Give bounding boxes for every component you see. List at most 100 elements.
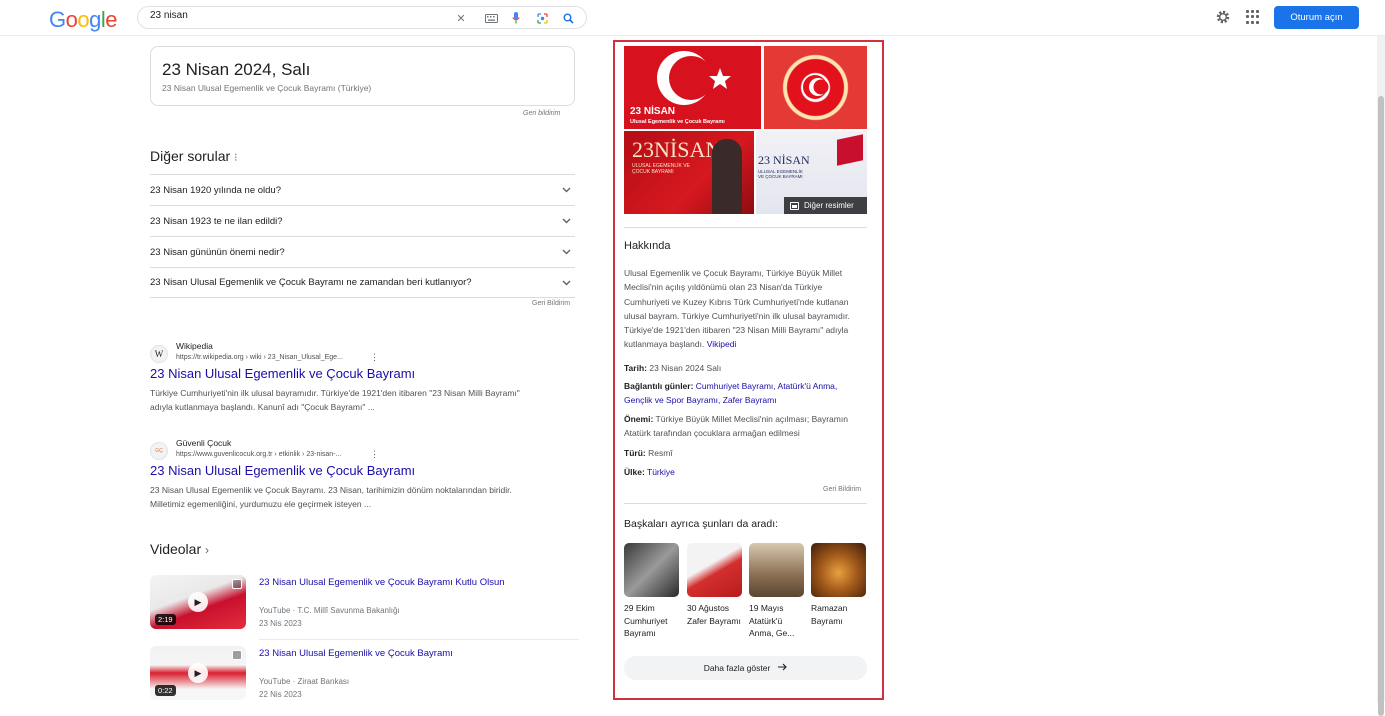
- search-box: ✕: [137, 6, 587, 29]
- fact-type: Türü: Resmî: [624, 446, 874, 460]
- apps-grid-icon[interactable]: [1246, 10, 1260, 24]
- fact-label: Tarih:: [624, 363, 647, 373]
- show-more-label: Daha fazla göster: [703, 663, 771, 673]
- video-source: YouTube · T.C. Millî Savunma Bakanlığı: [259, 606, 400, 615]
- related-search-item[interactable]: 30 Ağustos Zafer Bayramı: [687, 543, 742, 627]
- result-url[interactable]: https://tr.wikipedia.org › wiki › 23_Nis…: [176, 354, 343, 361]
- paa-question-text: 23 Nisan gününün önemi nedir?: [150, 246, 285, 258]
- related-search-item[interactable]: Ramazan Bayramı: [811, 543, 866, 627]
- video-thumbnail[interactable]: ▶ 0:22: [150, 646, 246, 700]
- lens-icon[interactable]: [534, 10, 550, 26]
- related-search-item[interactable]: 29 Ekim Cumhuriyet Bayramı: [624, 543, 679, 640]
- search-icon[interactable]: [560, 10, 576, 26]
- knowledge-panel: 23 NİSAN Ulusal Egemenlik ve Çocuk Bayra…: [613, 40, 884, 700]
- divider: [624, 503, 867, 504]
- paa-question[interactable]: 23 Nisan 1920 yılında ne oldu?: [150, 174, 575, 205]
- people-also-search-title: Başkaları ayrıca şunları da aradı:: [624, 518, 779, 530]
- videos-section-title[interactable]: Videolar ›: [150, 541, 209, 557]
- feedback-link[interactable]: Geri Bildirim: [532, 300, 570, 307]
- related-search-item[interactable]: 19 Mayıs Atatürk'ü Anma, Ge...: [749, 543, 804, 640]
- video-date: 22 Nis 2023: [259, 690, 302, 699]
- related-search-thumbnail: [687, 543, 742, 597]
- result-url[interactable]: https://www.guvenlicocuk.org.tr › etkinl…: [176, 451, 341, 458]
- microphone-icon[interactable]: [508, 10, 524, 26]
- external-link-icon: [232, 650, 242, 660]
- paa-question-text: 23 Nisan Ulusal Egemenlik ve Çocuk Bayra…: [150, 277, 472, 288]
- result-snippet: Türkiye Cumhuriyeti'nin ilk ulusal bayra…: [150, 388, 520, 412]
- guvenli-cocuk-favicon-icon: GÇ: [150, 442, 168, 460]
- more-images-label: Diğer resimler: [804, 201, 854, 210]
- videos-title-text: Videolar: [150, 541, 202, 557]
- fact-label: Önemi:: [624, 414, 654, 424]
- fact-value: 23 Nisan 2024 Salı: [649, 363, 722, 373]
- feedback-link[interactable]: Geri Bildirim: [823, 486, 861, 493]
- settings-gear-icon[interactable]: [1215, 9, 1231, 25]
- related-search-label: 30 Ağustos Zafer Bayramı: [687, 603, 741, 626]
- date-answer-title: 23 Nisan 2024, Salı: [162, 60, 311, 79]
- image-caption: 23NİSAN: [632, 137, 722, 162]
- logo-letter: g: [89, 7, 101, 32]
- related-search-label: 29 Ekim Cumhuriyet Bayramı: [624, 603, 668, 638]
- result-snippet: 23 Nisan Ulusal Egemenlik ve Çocuk Bayra…: [150, 485, 512, 509]
- logo-letter: G: [49, 7, 66, 32]
- about-description: Ulusal Egemenlik ve Çocuk Bayramı, Türki…: [624, 266, 869, 352]
- result-site-name[interactable]: Wikipedia: [176, 341, 213, 351]
- about-heading: Hakkında: [624, 240, 671, 252]
- paa-title-text: Diğer sorular: [150, 148, 231, 164]
- video-date: 23 Nis 2023: [259, 619, 302, 628]
- fact-value: Türkiye Büyük Millet Meclisi'nin açılmas…: [624, 414, 848, 439]
- scrollbar-thumb[interactable]: [1378, 96, 1384, 716]
- video-title-link[interactable]: 23 Nisan Ulusal Egemenlik ve Çocuk Bayra…: [259, 648, 453, 659]
- video-title-link[interactable]: 23 Nisan Ulusal Egemenlik ve Çocuk Bayra…: [259, 577, 505, 588]
- logo-letter: o: [65, 7, 78, 32]
- sign-in-button[interactable]: Oturum açın: [1274, 6, 1359, 29]
- flag-shape: [837, 134, 863, 166]
- play-icon: ▶: [188, 592, 208, 612]
- paa-question[interactable]: 23 Nisan Ulusal Egemenlik ve Çocuk Bayra…: [150, 267, 575, 298]
- more-images-button[interactable]: Diğer resimler: [784, 197, 867, 214]
- portrait-figure: [712, 139, 742, 214]
- panel-image[interactable]: 23 NİSAN Ulusal Egemenlik ve Çocuk Bayra…: [624, 46, 761, 129]
- more-options-icon[interactable]: ⁝: [234, 152, 238, 164]
- show-more-button[interactable]: Daha fazla göster: [624, 656, 867, 680]
- fact-date: Tarih: 23 Nisan 2024 Salı: [624, 361, 874, 375]
- video-thumbnail[interactable]: ▶ 2:19: [150, 575, 246, 629]
- panel-image[interactable]: [764, 46, 867, 129]
- result-title-link[interactable]: 23 Nisan Ulusal Egemenlik ve Çocuk Bayra…: [150, 463, 415, 478]
- clear-icon[interactable]: ✕: [453, 10, 469, 26]
- more-vert-icon[interactable]: ⋮: [370, 352, 379, 363]
- related-search-thumbnail: [811, 543, 866, 597]
- people-also-ask-list: 23 Nisan 1920 yılında ne oldu? 23 Nisan …: [150, 174, 575, 298]
- google-logo[interactable]: Google: [49, 7, 118, 33]
- fact-country: Ülke: Türkiye: [624, 465, 874, 479]
- paa-question[interactable]: 23 Nisan 1923 te ne ilan edildi?: [150, 205, 575, 236]
- logo-letter: e: [105, 7, 118, 32]
- chevron-right-icon: ›: [205, 543, 210, 557]
- country-link[interactable]: Türkiye: [647, 467, 675, 477]
- top-bar: Google ✕ Oturum açın: [0, 0, 1385, 36]
- logo-letter: o: [77, 7, 90, 32]
- more-vert-icon[interactable]: ⋮: [370, 449, 379, 460]
- image-caption: ULUSAL EGEMENLİK VE ÇOCUK BAYRAMI: [758, 169, 803, 179]
- play-icon: ▶: [188, 663, 208, 683]
- fact-related-days: Bağlantılı günler: Cumhuriyet Bayramı, A…: [624, 379, 864, 408]
- wikipedia-favicon-icon: W: [150, 345, 168, 363]
- wikipedia-source-link[interactable]: Vikipedi: [707, 339, 737, 349]
- chevron-down-icon: [561, 185, 571, 195]
- paa-question[interactable]: 23 Nisan gününün önemi nedir?: [150, 236, 575, 267]
- feedback-link[interactable]: Geri bildirim: [523, 110, 560, 117]
- chevron-down-icon: [561, 278, 571, 288]
- fact-label: Ülke:: [624, 467, 645, 477]
- fact-label: Türü:: [624, 448, 646, 458]
- chevron-down-icon: [561, 216, 571, 226]
- keyboard-icon[interactable]: [483, 10, 499, 26]
- page-scrollbar[interactable]: [1377, 36, 1385, 716]
- fact-label: Bağlantılı günler:: [624, 381, 694, 391]
- date-answer-card: 23 Nisan 2024, Salı 23 Nisan Ulusal Egem…: [150, 46, 575, 106]
- about-text: Ulusal Egemenlik ve Çocuk Bayramı, Türki…: [624, 268, 850, 350]
- search-input[interactable]: [150, 10, 440, 21]
- result-title-link[interactable]: 23 Nisan Ulusal Egemenlik ve Çocuk Bayra…: [150, 366, 415, 381]
- panel-image[interactable]: 23NİSAN ULUSAL EGEMENLİK VE ÇOCUK BAYRAM…: [624, 131, 754, 214]
- result-site-name[interactable]: Güvenli Çocuk: [176, 438, 231, 448]
- people-also-ask-title: Diğer sorular ⁝: [150, 148, 238, 164]
